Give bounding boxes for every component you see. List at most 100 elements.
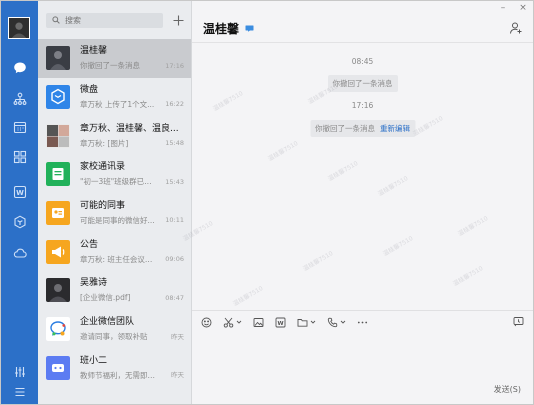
chat-title: 温桂馨: [203, 22, 240, 36]
nav-messages[interactable]: [1, 54, 38, 82]
scissors-icon: [223, 317, 234, 328]
chevron-down-icon: [310, 320, 316, 324]
nav-calendar[interactable]: [1, 113, 38, 141]
chat-preview: 章万秋 上传了1个文...: [80, 100, 155, 110]
emoji-button[interactable]: [201, 315, 212, 329]
chat-history-icon: [513, 317, 524, 327]
composer-toolbar: W: [192, 311, 533, 333]
re-edit-link[interactable]: 重新编辑: [380, 124, 410, 133]
smiley-icon: [201, 317, 212, 327]
chat-list-item[interactable]: 企业微信团队 邀请同事，领取补贴 昨天: [38, 310, 191, 349]
chat-list-item[interactable]: 吴雅诗 [企业微信.pdf] 08:47: [38, 271, 191, 310]
history-button[interactable]: [513, 316, 524, 330]
add-member-icon[interactable]: [509, 21, 523, 35]
nav-contacts[interactable]: [1, 85, 38, 113]
chat-preview: 邀请同事，领取补贴: [80, 332, 148, 342]
composer: W 发送(S): [192, 310, 533, 404]
chat-list-item[interactable]: 可能的同事 可能是同事的微信好... 10:11: [38, 194, 191, 233]
user-avatar[interactable]: [8, 17, 30, 39]
nav-menu[interactable]: [1, 378, 38, 405]
chevron-down-icon: [340, 320, 346, 324]
chat-time: 15:48: [165, 139, 184, 148]
chat-preview: [企业微信.pdf]: [80, 293, 131, 303]
chat-name: 温桂馨: [80, 46, 108, 57]
chat-avatar: [46, 46, 70, 71]
system-message-text: 你撤回了一条消息: [332, 79, 393, 88]
search-bar: [38, 1, 191, 39]
system-message: 你撤回了一条消息 重新编辑: [310, 120, 415, 137]
file-button[interactable]: [297, 315, 316, 329]
message-time: 17:16: [351, 101, 374, 110]
chat-meta: 企业微信团队邀请同事，领取补贴: [80, 316, 185, 342]
chat-name: 班小二: [80, 355, 108, 366]
chat-time: 10:11: [165, 216, 184, 225]
more-button[interactable]: [357, 315, 368, 329]
window-controls: – ×: [493, 1, 533, 15]
org-chart-icon: [13, 92, 26, 105]
call-button[interactable]: [327, 315, 346, 329]
image-icon: [253, 317, 264, 327]
send-button[interactable]: 发送(S): [494, 384, 521, 395]
chat-name: 吴雅诗: [80, 278, 108, 289]
watermark-text: 温桂馨7510: [301, 250, 335, 273]
nav-cloud[interactable]: [1, 239, 38, 267]
chat-list-item[interactable]: 微盘章万秋 上传了1个文... 16:22: [38, 78, 191, 117]
chat-time: 16:22: [165, 100, 184, 109]
svg-text:W: W: [277, 321, 283, 327]
chat-list-item[interactable]: 章万秋、温桂馨、温良... 章万秋: [图片] 15:48: [38, 116, 191, 155]
wechat-contact-icon: [245, 25, 254, 32]
search-icon: [52, 16, 60, 24]
cube-icon: [13, 215, 26, 229]
system-message-text: 你撤回了一条消息: [315, 124, 375, 133]
nav-workbench[interactable]: [1, 143, 38, 171]
hamburger-menu-icon: [15, 387, 24, 397]
chat-time: 17:16: [165, 61, 184, 70]
chat-avatar: [46, 162, 70, 187]
folder-icon: [297, 318, 308, 327]
message-time: 08:45: [351, 57, 374, 66]
chat-pane: – × 温桂馨 08:45 你撤回了一条消息 17:16 你撤回了一条消息 重新编…: [182, 1, 533, 404]
plus-icon: [173, 15, 184, 25]
sliders-icon: [14, 367, 25, 377]
svg-text:W: W: [16, 189, 24, 197]
chat-list-item[interactable]: 公告 章万秋: 班主任会议通知 09:06: [38, 232, 191, 271]
chat-avatar: [46, 355, 70, 380]
app-window: W 温桂馨你撤回了一条消息 17:16 微盘章万秋 上传了1个文... 16:22 章万…: [0, 0, 534, 405]
chat-avatar: [46, 123, 70, 148]
chevron-down-icon: [236, 320, 242, 324]
minimize-button[interactable]: –: [493, 1, 513, 15]
calendar-icon: [13, 121, 26, 134]
chat-list-item[interactable]: 家校通讯录 "初一3班"班级群已创... 15:43: [38, 155, 191, 194]
chat-list-item[interactable]: 班小二 教师节福利，无需即可... 昨天: [38, 349, 191, 388]
chat-avatar: [46, 278, 70, 303]
doc-button[interactable]: W: [275, 315, 286, 329]
close-button[interactable]: ×: [513, 1, 533, 15]
word-doc-icon: W: [13, 185, 26, 199]
chat-avatar: [46, 85, 70, 110]
message-area: 08:45 你撤回了一条消息 17:16 你撤回了一条消息 重新编辑 温桂馨751…: [182, 45, 533, 310]
watermark-text: 温桂馨7510: [326, 160, 360, 183]
chat-time: 15:43: [165, 177, 184, 186]
chat-preview: 章万秋: 班主任会议通知: [80, 254, 158, 264]
chat-preview: 你撤回了一条消息: [80, 61, 140, 71]
chat-list-item[interactable]: 温桂馨你撤回了一条消息 17:16: [38, 39, 191, 78]
search-input[interactable]: [65, 15, 155, 25]
chat-name: 微盘: [80, 85, 99, 96]
nav-wedrive[interactable]: [1, 208, 38, 236]
chat-preview: "初一3班"班级群已创...: [80, 177, 158, 187]
chat-name: 企业微信团队: [80, 317, 135, 328]
word-doc-icon: W: [275, 317, 286, 327]
watermark-text: 温桂馨7510: [231, 285, 265, 308]
search-box[interactable]: [46, 12, 164, 28]
chat-time: 昨天: [171, 332, 184, 341]
chat-preview: 章万秋: [图片]: [80, 138, 129, 148]
watermark-text: 温桂馨7510: [451, 265, 485, 288]
new-chat-button[interactable]: [171, 13, 185, 27]
nav-docs[interactable]: W: [1, 178, 38, 206]
screenshot-button[interactable]: [223, 315, 242, 329]
image-button[interactable]: [253, 315, 264, 329]
chat-time: 09:06: [165, 255, 184, 264]
watermark-text: 温桂馨7510: [411, 115, 445, 138]
watermark-text: 温桂馨7510: [381, 235, 415, 258]
system-message: 你撤回了一条消息: [327, 75, 398, 92]
